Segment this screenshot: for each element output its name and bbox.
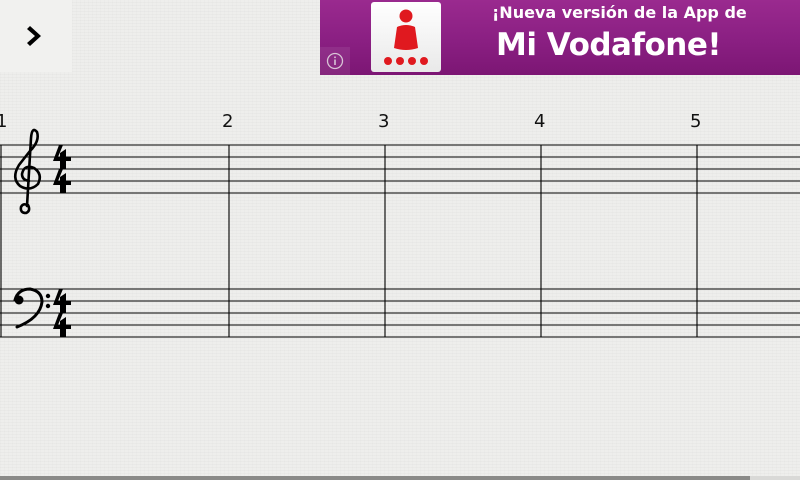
- treble-staff: [0, 144, 800, 194]
- treble-clef-icon: [13, 128, 42, 215]
- music-score[interactable]: [0, 0, 800, 480]
- horizontal-scrollbar-thumb[interactable]: [0, 476, 750, 480]
- barlines: [0, 145, 698, 337]
- bass-clef-icon: [13, 287, 51, 329]
- bass-staff: [0, 288, 800, 338]
